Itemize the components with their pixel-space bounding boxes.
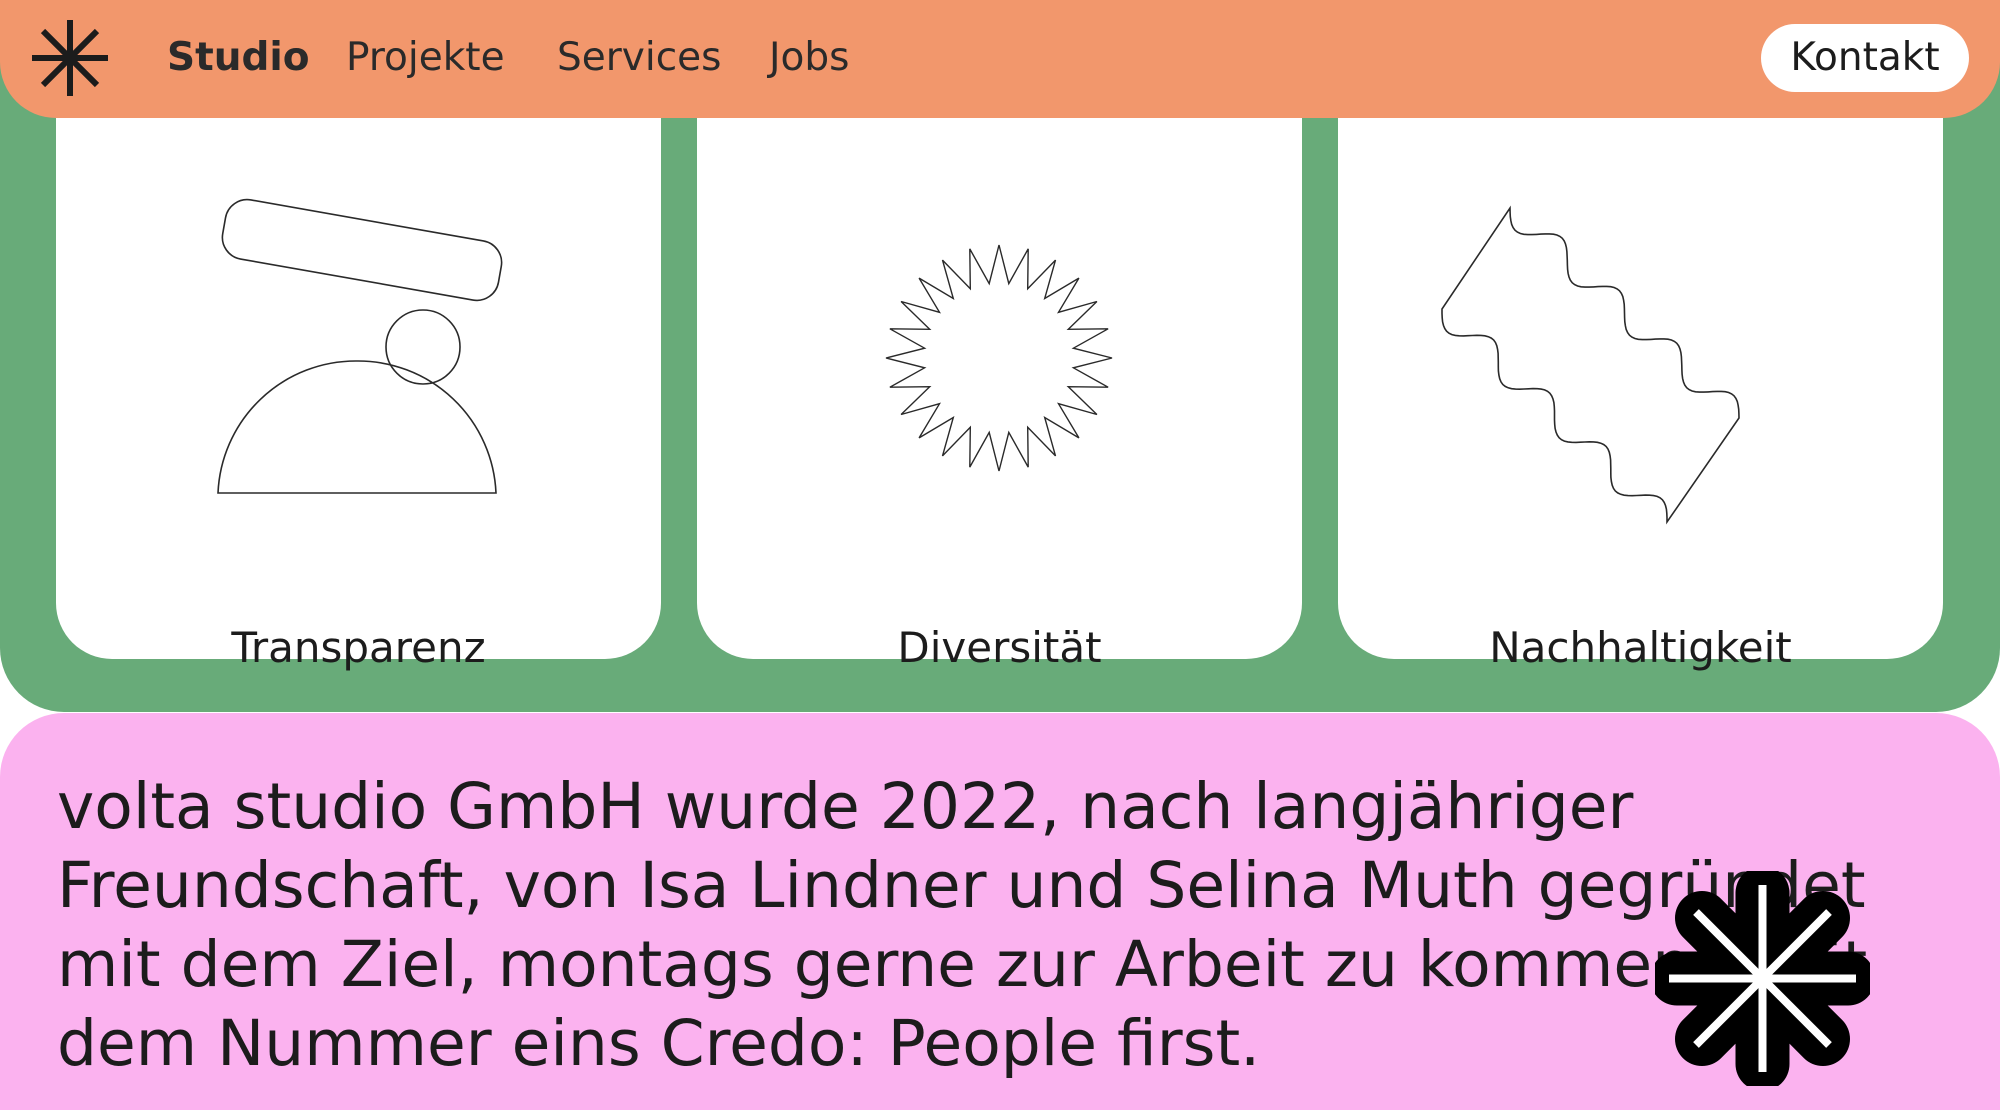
value-card-transparenz: Transparenz [56, 60, 661, 672]
starburst-icon [885, 244, 1113, 472]
asterisk-badge-icon [1655, 871, 1870, 1086]
nav-link-services[interactable]: Services [557, 34, 721, 82]
wavy-ribbon-icon [1441, 205, 1740, 525]
balanced-shapes-icon [217, 198, 503, 494]
about-text-line: volta studio GmbH wurde 2022, nach langj… [57, 770, 1634, 843]
asterisk-logo-icon[interactable] [30, 18, 110, 98]
nav-link-jobs[interactable]: Jobs [769, 34, 849, 82]
value-card-diversitaet: Diversität [697, 60, 1302, 672]
value-label: Transparenz [231, 623, 486, 672]
about-section: volta studio GmbH wurde 2022, nach langj… [0, 713, 2000, 1110]
value-label: Diversität [897, 623, 1102, 672]
nav-link-studio[interactable]: Studio [167, 34, 310, 82]
value-label: Nachhaltigkeit [1489, 623, 1792, 672]
contact-button[interactable]: Kontakt [1761, 24, 1969, 92]
value-card-nachhaltigkeit: Nachhaltigkeit [1338, 60, 1943, 672]
top-navigation: Studio Projekte Services Jobs Kontakt [0, 0, 2000, 118]
nav-link-projekte[interactable]: Projekte [346, 34, 505, 82]
